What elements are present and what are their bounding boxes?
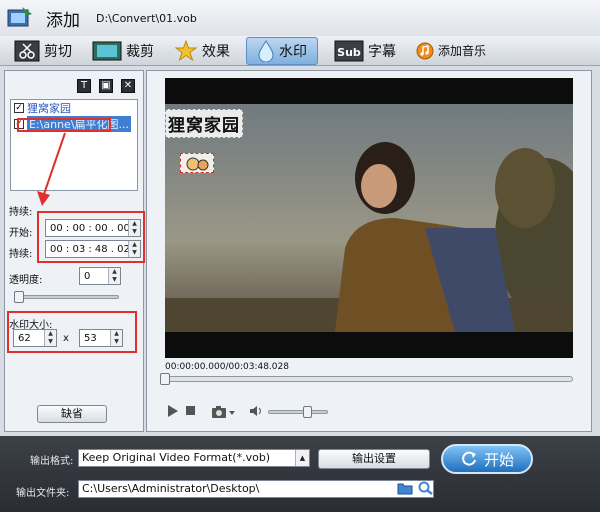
- app-logo-icon: [7, 7, 32, 27]
- tab-subtitle-label: 字幕: [368, 43, 396, 60]
- preview-panel: 狸窝家园 00:00:00.000/00:03:48.028: [146, 70, 592, 432]
- output-folder-actions: [397, 481, 434, 495]
- output-bar: 输出格式: Keep Original Video Format(*.vob) …: [0, 436, 600, 512]
- volume-icon: [250, 406, 261, 416]
- play-icon: [168, 405, 178, 417]
- time-readout: 00:00:00.000/00:03:48.028: [165, 362, 289, 372]
- tab-subtitle[interactable]: Sub 字幕: [330, 37, 400, 65]
- seek-bar[interactable]: [160, 373, 573, 385]
- refresh-icon: [462, 451, 476, 466]
- tab-watermark[interactable]: 水印: [246, 36, 318, 65]
- end-label: 持续:: [9, 249, 33, 260]
- stop-icon: [186, 406, 195, 415]
- checkbox-icon[interactable]: ✓: [14, 103, 24, 113]
- window-title: 添加: [46, 10, 80, 31]
- tab-effects-label: 效果: [202, 43, 230, 60]
- output-format-label: 输出格式:: [30, 456, 74, 467]
- opacity-label: 透明度:: [9, 275, 43, 286]
- start-label: 开始:: [9, 228, 33, 239]
- watermark-icon: [258, 39, 274, 62]
- spinner-arrows-icon[interactable]: ▲ ▼: [108, 268, 120, 284]
- effects-icon: [174, 39, 198, 61]
- scissors-icon: [14, 40, 40, 61]
- add-text-watermark-icon[interactable]: T: [77, 79, 91, 93]
- subtitle-icon: Sub: [334, 40, 364, 61]
- watermark-panel: T ▣ ✕ ✓ 狸窝家园 ✓ E:\anne\扁平化图... 持续: 开始: 0…: [4, 70, 145, 432]
- tab-watermark-label: 水印: [279, 43, 307, 60]
- watermark-image-icon: [186, 157, 209, 171]
- search-icon[interactable]: [418, 481, 434, 495]
- svg-text:Sub: Sub: [337, 46, 361, 59]
- default-button[interactable]: 缺省: [37, 405, 107, 423]
- add-image-watermark-icon[interactable]: ▣: [99, 79, 113, 93]
- watermark-list-item[interactable]: ✓ 狸窝家园: [11, 100, 137, 116]
- start-button[interactable]: 开始: [441, 444, 533, 474]
- tab-add-music-label: 添加音乐: [438, 44, 487, 58]
- volume-handle[interactable]: [303, 406, 312, 418]
- seek-handle[interactable]: [160, 373, 170, 385]
- music-icon: [416, 42, 434, 59]
- open-folder-icon[interactable]: [397, 481, 413, 495]
- duration-label: 持续:: [9, 207, 33, 218]
- tab-add-music[interactable]: 添加音乐: [412, 37, 490, 65]
- opacity-input[interactable]: 0 ▲ ▼: [79, 267, 121, 285]
- slider-handle[interactable]: [14, 291, 24, 303]
- edit-tabs: 剪切 裁剪 效果 水印 Sub 字幕 添加音乐: [0, 36, 600, 66]
- crop-icon: [92, 41, 122, 60]
- watermark-toolbar: T ▣ ✕: [77, 79, 135, 93]
- tab-trim-label: 剪切: [44, 43, 72, 60]
- watermark-text-overlay[interactable]: 狸窝家园: [165, 109, 243, 138]
- total-time: /00:03:48.028: [225, 362, 289, 372]
- annotation-highlight: [37, 211, 145, 263]
- current-time: 00:00:00.000: [165, 362, 226, 372]
- output-folder-input[interactable]: C:\Users\Administrator\Desktop\: [78, 480, 434, 498]
- annotation-highlight: [7, 311, 137, 353]
- play-button[interactable]: [167, 405, 179, 417]
- output-format-select[interactable]: Keep Original Video Format(*.vob) ▲: [78, 449, 310, 467]
- annotation-arrow-icon: [37, 132, 66, 206]
- camera-icon: [212, 406, 235, 418]
- tab-effects[interactable]: 效果: [170, 37, 234, 65]
- tab-crop-label: 裁剪: [126, 43, 154, 60]
- snapshot-button[interactable]: [211, 405, 237, 419]
- tab-crop[interactable]: 裁剪: [88, 37, 158, 65]
- watermark-image-overlay[interactable]: [180, 153, 214, 173]
- file-path: D:\Convert\01.vob: [96, 11, 197, 25]
- opacity-slider[interactable]: [14, 291, 119, 303]
- output-settings-button[interactable]: 输出设置: [318, 449, 430, 469]
- volume-slider[interactable]: [268, 406, 328, 418]
- title-bar: 添加 D:\Convert\01.vob: [0, 0, 600, 36]
- dropdown-arrow-icon[interactable]: ▲: [295, 450, 309, 466]
- annotation-highlight: [17, 118, 111, 132]
- watermark-item-label: 狸窝家园: [27, 102, 71, 115]
- start-button-label: 开始: [483, 450, 514, 469]
- video-preview: 狸窝家园: [165, 78, 573, 358]
- delete-watermark-icon[interactable]: ✕: [121, 79, 135, 93]
- editor-window: 添加 D:\Convert\01.vob 剪切 裁剪 效果 水印 Sub 字幕 …: [0, 0, 600, 512]
- tab-trim[interactable]: 剪切: [10, 37, 76, 65]
- output-folder-label: 输出文件夹:: [16, 488, 70, 499]
- volume-button[interactable]: [249, 405, 263, 417]
- stop-button[interactable]: [185, 405, 196, 416]
